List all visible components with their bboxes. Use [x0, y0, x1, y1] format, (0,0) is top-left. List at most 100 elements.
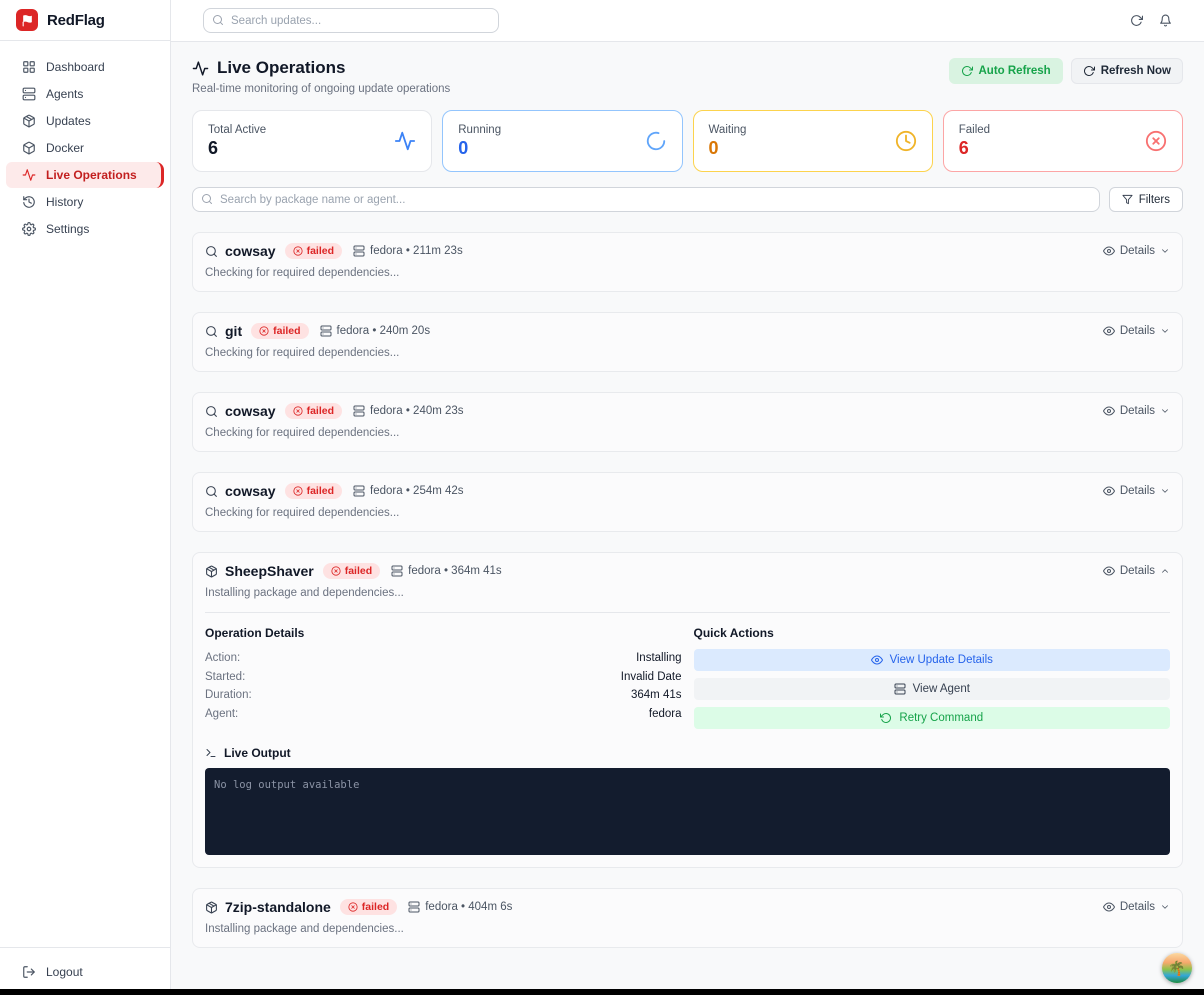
agent-duration-text: fedora • 404m 6s: [425, 901, 512, 913]
sidebar-item-label: Docker: [46, 141, 84, 155]
sidebar-item-history[interactable]: History: [6, 189, 164, 215]
status-badge-label: failed: [307, 245, 334, 257]
status-badge: failed: [285, 403, 342, 419]
global-search: [203, 8, 499, 33]
auto-refresh-button[interactable]: Auto Refresh: [949, 58, 1063, 84]
stat-card-waiting: Waiting0: [693, 110, 933, 172]
refresh-now-icon: [1083, 65, 1095, 77]
search-icon: [205, 325, 218, 338]
server-icon: [894, 683, 906, 695]
loader-icon: [645, 130, 667, 152]
package-icon: [205, 565, 218, 578]
status-badge: failed: [285, 483, 342, 499]
stat-label: Failed: [959, 124, 990, 136]
bell-icon[interactable]: [1159, 14, 1172, 27]
details-label: Details: [1120, 405, 1155, 417]
operation-status-message: Checking for required dependencies...: [205, 347, 1170, 359]
extension-avatar[interactable]: 🌴: [1162, 953, 1192, 983]
operation-agent-duration: fedora • 240m 23s: [353, 405, 464, 417]
retry-command-button[interactable]: Retry Command: [694, 707, 1171, 729]
detail-label: Duration:: [205, 689, 252, 701]
package-icon: [22, 114, 36, 128]
detail-value: Installing: [636, 652, 681, 664]
agent-duration-text: fedora • 240m 23s: [370, 405, 464, 417]
flag-icon: [21, 14, 34, 27]
x-circle-icon: [1145, 130, 1167, 152]
detail-label: Started:: [205, 671, 245, 683]
live-output-terminal[interactable]: No log output available: [205, 768, 1170, 855]
details-label: Details: [1120, 245, 1155, 257]
activity-icon: [394, 130, 416, 152]
view-update-details-button[interactable]: View Update Details: [694, 649, 1171, 671]
eye-icon: [1103, 245, 1115, 257]
operation-expanded: Operation DetailsAction:InstallingStarte…: [205, 612, 1170, 855]
details-button[interactable]: Details: [1103, 325, 1170, 337]
operation-row: SheepShaverfailedfedora • 364m 41sDetail…: [192, 552, 1183, 868]
agent-duration-text: fedora • 254m 42s: [370, 485, 464, 497]
operations-list: cowsayfailedfedora • 211m 23sDetailsChec…: [192, 232, 1183, 948]
bottom-edge-bar: [0, 989, 1204, 995]
operation-agent-duration: fedora • 404m 6s: [408, 901, 512, 913]
sidebar-item-settings[interactable]: Settings: [6, 216, 164, 242]
search-icon: [205, 245, 218, 258]
gear-icon: [22, 222, 36, 236]
logout-button[interactable]: Logout: [0, 947, 170, 995]
chevron-down-icon: [1160, 406, 1170, 416]
view-agent-button[interactable]: View Agent: [694, 678, 1171, 700]
stat-label: Running: [458, 124, 501, 136]
operation-name: cowsay: [225, 403, 276, 419]
x-circle-icon: [259, 326, 269, 336]
x-circle-icon: [348, 902, 358, 912]
operation-row: 7zip-standalone failed fedora • 404m 6s Det…: [192, 888, 1183, 948]
sidebar-item-updates[interactable]: Updates: [6, 108, 164, 134]
detail-label: Agent:: [205, 708, 238, 720]
operation-name: git: [225, 323, 242, 339]
detail-label: Action:: [205, 652, 240, 664]
x-circle-icon: [293, 246, 303, 256]
activity-icon: [192, 60, 209, 77]
eye-icon: [1103, 405, 1115, 417]
detail-row: Duration: 364m 41s: [205, 686, 682, 705]
global-search-input[interactable]: [203, 8, 499, 33]
search-icon: [205, 485, 218, 498]
operation-details-panel: Operation DetailsAction:InstallingStarte…: [205, 626, 682, 736]
operation-name: cowsay: [225, 243, 276, 259]
sidebar-item-label: Dashboard: [46, 60, 105, 74]
ops-search-input[interactable]: [192, 187, 1100, 212]
brand-name: RedFlag: [47, 12, 105, 29]
refresh-icon[interactable]: [1130, 14, 1143, 27]
status-badge: failed: [323, 563, 380, 579]
sidebar-item-dashboard[interactable]: Dashboard: [6, 54, 164, 80]
status-badge-label: failed: [362, 901, 389, 913]
detail-value: fedora: [649, 708, 682, 720]
logout-label: Logout: [46, 965, 83, 979]
search-icon: [212, 14, 224, 26]
clock-icon: [895, 130, 917, 152]
operation-name: 7zip-standalone: [225, 899, 331, 915]
operation-agent-duration: fedora • 254m 42s: [353, 485, 464, 497]
details-button[interactable]: Details: [1103, 901, 1170, 913]
operation-row: gitfailedfedora • 240m 20sDetailsCheckin…: [192, 312, 1183, 372]
details-button[interactable]: Details: [1103, 245, 1170, 257]
x-circle-icon: [293, 486, 303, 496]
filters-button[interactable]: Filters: [1109, 187, 1183, 212]
status-badge-label: failed: [307, 485, 334, 497]
refresh-now-button[interactable]: Refresh Now: [1071, 58, 1183, 84]
stat-value: 0: [458, 138, 501, 159]
operation-status-message: Checking for required dependencies...: [205, 427, 1170, 439]
refresh-now-label: Refresh Now: [1101, 65, 1171, 77]
retry-icon: [880, 712, 892, 724]
details-button[interactable]: Details: [1103, 485, 1170, 497]
logout-icon: [22, 965, 36, 979]
sidebar-item-docker[interactable]: Docker: [6, 135, 164, 161]
detail-value: 364m 41s: [631, 689, 682, 701]
view-agent-label: View Agent: [913, 683, 970, 695]
x-circle-icon: [331, 566, 341, 576]
agent-duration-text: fedora • 364m 41s: [408, 565, 502, 577]
details-button[interactable]: Details: [1103, 565, 1170, 577]
sidebar-item-agents[interactable]: Agents: [6, 81, 164, 107]
sidebar-item-live-operations[interactable]: Live Operations: [6, 162, 164, 188]
details-button[interactable]: Details: [1103, 405, 1170, 417]
quick-actions-panel: Quick Actions View Update Details View Age…: [694, 626, 1171, 736]
quick-actions-title: Quick Actions: [694, 626, 1171, 640]
